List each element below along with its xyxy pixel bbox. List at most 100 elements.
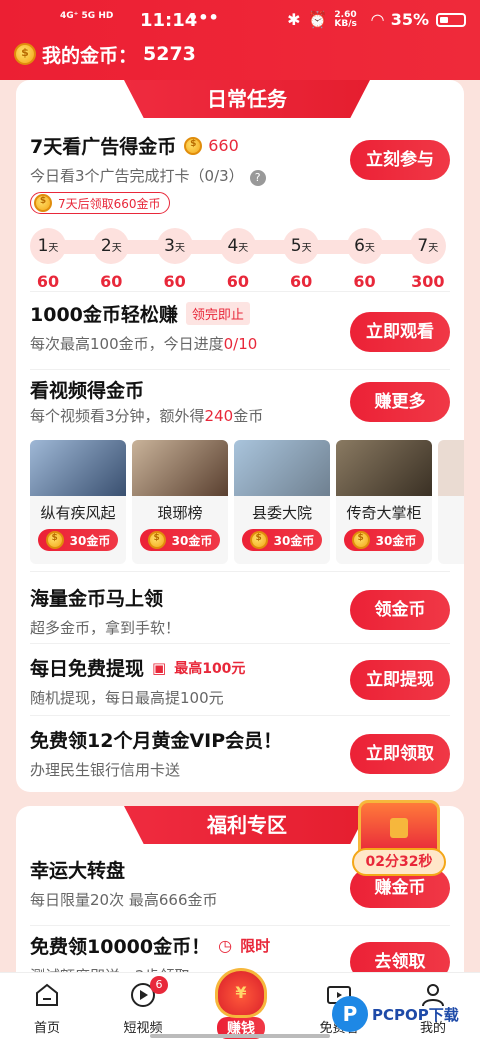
vip-desc: 办理民生银行信用卡送 <box>30 761 181 779</box>
nav-short-video[interactable]: 短视频 <box>108 981 178 1036</box>
day-circle: 7天 <box>409 228 446 264</box>
coin-balance: 我的金币： 5273 <box>14 40 196 68</box>
show-name: 纵有疾风起 <box>40 504 116 522</box>
lucky-wheel-title: 幸运大转盘 <box>30 860 126 882</box>
show-list[interactable]: 纵有疾风起 30金币 琅琊榜 30金币 县委大院 30金币 传奇大掌柜 30金币 <box>30 440 464 564</box>
ad-task-pill: 7天后领取660金币 <box>30 192 170 214</box>
withdraw-tag: 最高100元 <box>174 660 246 677</box>
battery-percent: 35% <box>390 10 429 29</box>
status-bar: 4G⁺ 5G HD 11:14 ••• ✱ ⏰ 2.60 KB/s ◠ 35% <box>0 0 480 40</box>
daily-tasks-title: 日常任务 <box>124 80 370 118</box>
net-speed: 2.60 KB/s <box>334 9 357 29</box>
chest-timer: 02分32秒 <box>352 848 446 876</box>
free-coins-title: 免费领10000金币！ <box>30 936 211 958</box>
coin-icon <box>14 43 36 65</box>
day-unit: 天 <box>238 243 249 254</box>
coin-icon <box>45 531 64 549</box>
gift-icon: ▣ <box>152 658 167 677</box>
video-coins-desc-c: 金币 <box>233 407 264 425</box>
day-reward: 60 <box>100 272 123 291</box>
easy-coins-tag: 领完即止 <box>185 302 250 325</box>
help-icon[interactable]: ? <box>249 170 266 186</box>
home-indicator[interactable] <box>150 1034 330 1038</box>
withdraw-title: 每日免费提现 <box>30 658 145 680</box>
get-coins-button[interactable]: 领金币 <box>350 590 450 630</box>
show-card[interactable]: 琅琊榜 30金币 <box>132 440 228 564</box>
earn-more-button[interactable]: 赚更多 <box>350 382 450 422</box>
easy-coins-progress: 0/10 <box>223 335 258 353</box>
day-unit: 天 <box>48 243 59 254</box>
nav-home[interactable]: 首页 <box>12 981 82 1036</box>
show-poster <box>234 440 330 496</box>
vip-title: 免费领12个月黄金VIP会员！ <box>30 730 283 752</box>
battery-icon <box>436 12 466 27</box>
day-step: 1天 60 <box>30 228 66 291</box>
show-poster <box>336 440 432 496</box>
chest-lock-icon <box>390 818 408 838</box>
bluetooth-icon: ✱ <box>287 10 301 29</box>
show-coins-button[interactable]: 30金币 <box>344 529 424 551</box>
day-step: 4天 60 <box>219 228 256 291</box>
coin-icon <box>147 531 166 549</box>
nav-earn[interactable]: ¥ 赚钱 <box>196 968 286 1040</box>
treasure-chest[interactable]: 02分32秒 <box>352 800 446 880</box>
watch-now-button[interactable]: 立即观看 <box>350 312 450 352</box>
day-circle: 5天 <box>283 228 320 264</box>
show-coins-button[interactable]: 30金币 <box>140 529 220 551</box>
video-coins-desc-a: 每个视频看3分钟，额外得 <box>30 407 205 425</box>
ad-task-title: 7天看广告得金币 <box>30 136 177 158</box>
show-coins-button[interactable]: 30金币 <box>242 529 322 551</box>
more-notifications-icon: ••• <box>188 8 219 27</box>
easy-coins-title: 1000金币轻松赚 <box>30 304 178 326</box>
day-unit: 天 <box>111 243 122 254</box>
show-name: 县委大院 <box>251 504 312 522</box>
show-card[interactable]: 传奇大掌柜 30金币 <box>336 440 432 564</box>
watermark-logo: P <box>332 996 368 1032</box>
watermark-text: PCPOP下载 <box>372 1005 459 1024</box>
day-number: 7 <box>417 236 429 256</box>
ad-task-reward: 660 <box>208 136 239 155</box>
withdraw-row: 每日免费提现 ▣ 最高100元 随机提现，每日最高提100元 立即提现 <box>30 646 450 716</box>
day-unit: 天 <box>175 243 185 254</box>
day-reward: 60 <box>290 272 313 291</box>
show-card-partial[interactable] <box>438 440 464 564</box>
short-video-badge: 6 <box>150 976 168 994</box>
easy-coins-desc: 每次最高100金币，今日进度 <box>30 335 224 353</box>
day-reward: 300 <box>411 272 445 291</box>
home-icon <box>36 983 58 1006</box>
wifi-icon: ◠ <box>371 10 384 29</box>
coin-balance-value: 5273 <box>143 43 196 65</box>
day-reward: 60 <box>36 272 60 291</box>
show-card[interactable]: 县委大院 30金币 <box>234 440 330 564</box>
show-coins: 30金币 <box>273 533 315 548</box>
coin-icon <box>34 194 52 212</box>
coin-icon <box>184 136 203 155</box>
day-step: 6天 60 <box>346 228 383 291</box>
coin-icon <box>249 531 268 549</box>
welfare-title: 福利专区 <box>124 806 370 844</box>
show-coins-button[interactable]: 30金币 <box>38 529 118 551</box>
alarm-icon: ⏰ <box>307 10 328 29</box>
day-step: 5天 60 <box>283 228 320 291</box>
show-poster <box>438 440 464 496</box>
day-unit: 天 <box>364 243 375 254</box>
show-coins: 30金币 <box>171 533 213 548</box>
day-unit: 天 <box>301 243 312 254</box>
day-circle: 1天 <box>30 228 66 264</box>
mass-coins-title: 海量金币马上领 <box>30 588 164 610</box>
timer-icon: ◷ <box>218 936 233 955</box>
withdraw-desc: 随机提现，每日最高提100元 <box>30 689 224 707</box>
show-card[interactable]: 纵有疾风起 30金币 <box>30 440 126 564</box>
watermark: P PCPOP下载 <box>332 994 478 1034</box>
network-indicator: 4G⁺ 5G HD <box>60 11 114 21</box>
video-coins-extra: 240 <box>204 407 234 425</box>
ad-task-desc: 今日看3个广告完成打卡（0/3） <box>30 167 244 185</box>
day-number: 4 <box>227 236 239 256</box>
show-poster <box>132 440 228 496</box>
claim-now-button[interactable]: 立即领取 <box>350 734 450 774</box>
join-now-button[interactable]: 立刻参与 <box>350 140 450 180</box>
day-step: 7天 300 <box>409 228 446 291</box>
show-name: 传奇大掌柜 <box>346 504 422 522</box>
withdraw-now-button[interactable]: 立即提现 <box>350 660 450 700</box>
free-coins-tag: 限时 <box>240 937 271 955</box>
